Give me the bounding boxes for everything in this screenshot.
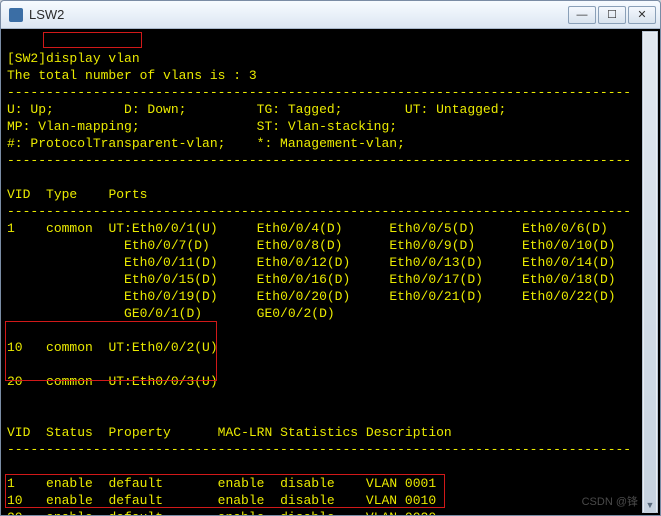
t1-head-ports: Ports [108, 187, 147, 202]
minimize-button[interactable]: — [568, 6, 596, 24]
scroll-down-icon[interactable]: ▼ [644, 497, 656, 512]
legend-ut: UT: Untagged; [405, 102, 506, 117]
prompt-command: display vlan [46, 51, 140, 66]
legend-d: D: Down; [124, 102, 186, 117]
t2-head-desc: Description [366, 425, 452, 440]
window-title: LSW2 [29, 7, 64, 22]
terminal-output[interactable]: [SW2]display vlan The total number of vl… [1, 29, 660, 515]
titlebar[interactable]: LSW2 — ☐ ✕ [1, 1, 660, 29]
t2-head-stat: Statistics [280, 425, 358, 440]
app-icon [9, 8, 23, 22]
legend-st: ST: Vlan-stacking; [257, 119, 397, 134]
table-row: 1 common UT:Eth0/0/1(U) Eth0/0/4(D) Eth0… [7, 221, 608, 236]
legend-mp: MP: Vlan-mapping; [7, 119, 140, 134]
maximize-icon: ☐ [607, 8, 617, 21]
minimize-icon: — [577, 9, 588, 21]
t2-head-vid: VID [7, 425, 30, 440]
t2-head-status: Status [46, 425, 93, 440]
table-row: 20 enable default enable disable VLAN 00… [7, 510, 436, 515]
divider: ----------------------------------------… [7, 153, 631, 168]
divider: ----------------------------------------… [7, 85, 631, 100]
table-row: 10 enable default enable disable VLAN 00… [7, 493, 436, 508]
table-row: 1 enable default enable disable VLAN 000… [7, 476, 436, 491]
legend-u: U: Up; [7, 102, 54, 117]
watermark: CSDN @锋 [582, 494, 638, 511]
table-row: 20 common UT:Eth0/0/3(U) [7, 374, 218, 389]
app-window: LSW2 — ☐ ✕ [SW2]display vlan The total n… [0, 0, 661, 516]
legend-pt: #: ProtocolTransparent-vlan; [7, 136, 225, 151]
highlight-box [43, 32, 142, 48]
vertical-scrollbar[interactable]: ▲ ▼ [642, 31, 658, 513]
legend-tg: TG: Tagged; [257, 102, 343, 117]
divider: ----------------------------------------… [7, 442, 631, 457]
prompt-host: [SW2] [7, 51, 46, 66]
close-button[interactable]: ✕ [628, 6, 656, 24]
table-row: 10 common UT:Eth0/0/2(U) [7, 340, 218, 355]
t1-head-type: Type [46, 187, 77, 202]
t1-head-vid: VID [7, 187, 30, 202]
t2-head-mac: MAC-LRN [218, 425, 273, 440]
legend-mv: *: Management-vlan; [257, 136, 405, 151]
maximize-button[interactable]: ☐ [598, 6, 626, 24]
t2-head-property: Property [108, 425, 170, 440]
divider: ----------------------------------------… [7, 204, 631, 219]
close-icon: ✕ [637, 8, 646, 21]
vlan-summary: The total number of vlans is : 3 [7, 68, 257, 83]
scroll-thumb[interactable] [644, 33, 656, 513]
